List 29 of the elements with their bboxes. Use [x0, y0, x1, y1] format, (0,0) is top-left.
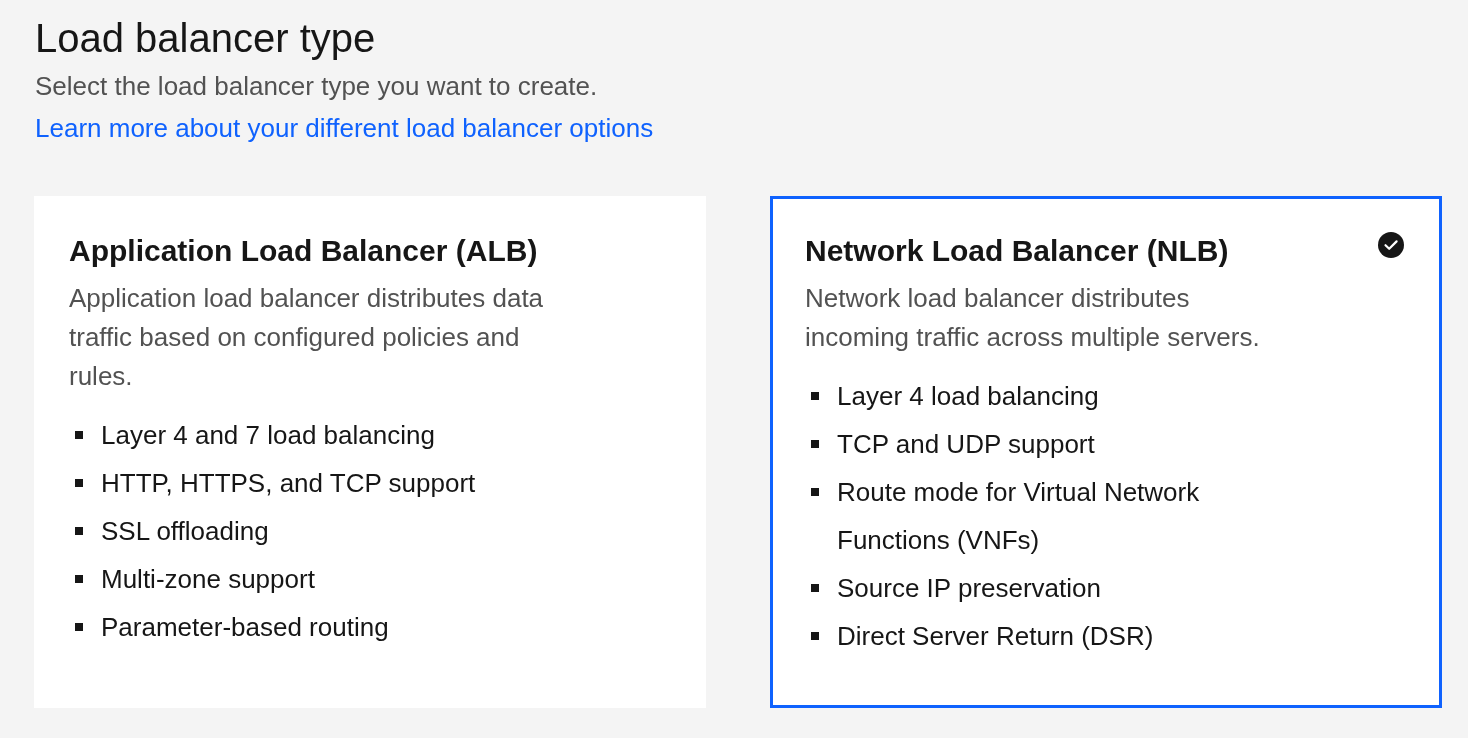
feature-text: Direct Server Return (DSR): [837, 620, 1154, 653]
tile-description: Application load balancer distributes data traffic based on configured policies and rules.: [69, 282, 545, 393]
square-bullet-icon: [75, 431, 83, 439]
tile-description: Network load balancer distributes incoming traffic across multiple servers.: [805, 282, 1261, 354]
feature-text: Source IP preservation: [837, 572, 1101, 605]
checkmark-icon: [1378, 232, 1404, 258]
section-description: Select the load balancer type you want to create.: [35, 70, 598, 103]
section-heading: Load balancer type: [35, 15, 376, 62]
feature-text: Layer 4 load balancing: [837, 380, 1099, 413]
square-bullet-icon: [75, 479, 83, 487]
feature-text: Route mode for Virtual Network Functions (VNFs): [837, 476, 1201, 557]
feature-text: HTTP, HTTPS, and TCP support: [101, 467, 476, 500]
tile-title: Application Load Balancer (ALB): [69, 233, 538, 269]
square-bullet-icon: [75, 527, 83, 535]
feature-text: Parameter-based routing: [101, 611, 389, 644]
feature-text: TCP and UDP support: [837, 428, 1095, 461]
square-bullet-icon: [811, 440, 819, 448]
feature-text: Multi-zone support: [101, 563, 315, 596]
feature-text: SSL offloading: [101, 515, 269, 548]
selectable-tile[interactable]: [770, 196, 1442, 708]
square-bullet-icon: [811, 632, 819, 640]
square-bullet-icon: [75, 623, 83, 631]
learn-more-link[interactable]: Learn more about your different load balancer options: [35, 113, 654, 143]
tile-title: Network Load Balancer (NLB): [805, 233, 1229, 269]
square-bullet-icon: [811, 392, 819, 400]
square-bullet-icon: [811, 488, 819, 496]
square-bullet-icon: [811, 584, 819, 592]
feature-text: Layer 4 and 7 load balancing: [101, 419, 435, 452]
square-bullet-icon: [75, 575, 83, 583]
